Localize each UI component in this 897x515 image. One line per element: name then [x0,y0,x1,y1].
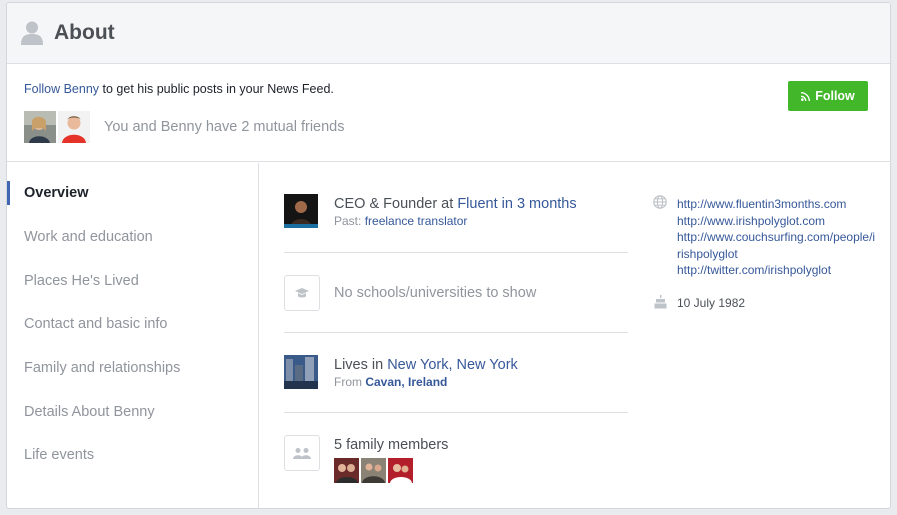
people-icon [293,448,311,459]
about-sidebar: Overview Work and education Places He's … [7,163,259,508]
past-work-link[interactable]: freelance translator [365,214,468,228]
follow-prompt: Follow Benny to get his public posts in … [24,82,334,96]
website-link[interactable]: http://twitter.com/irishpolyglot [677,262,877,279]
follow-bar: Follow Benny to get his public posts in … [7,65,890,162]
work-company-link[interactable]: Fluent in 3 months [457,196,576,212]
divider [284,332,628,333]
divider [284,412,628,413]
sidebar-item-work-education[interactable]: Work and education [24,229,153,245]
avatar[interactable] [24,111,56,143]
sidebar-item-overview[interactable]: Overview [24,185,89,201]
follow-link[interactable]: Follow Benny [24,82,99,96]
city-thumbnail[interactable] [284,355,318,389]
website-links: http://www.fluentin3months.com http://ww… [677,196,877,279]
current-city-link[interactable]: New York, New York [387,357,518,373]
lives-text: Lives in New York, New York [334,357,518,373]
about-card: About Follow Benny to get his public pos… [6,2,891,509]
avatar[interactable] [334,458,359,483]
website-link[interactable]: http://www.fluentin3months.com [677,196,877,213]
avatar[interactable] [388,458,413,483]
about-header: About [7,3,890,64]
sidebar-item-details[interactable]: Details About Benny [24,404,155,420]
education-icon-box [284,275,320,311]
follow-button-label: Follow [815,89,855,103]
page-title: About [54,21,115,44]
avatar[interactable] [361,458,386,483]
lives-row: Lives in New York, New York From Cavan, … [284,355,628,393]
website-link[interactable]: http://www.couchsurfing.com/people/irish… [677,229,877,262]
sidebar-item-family-relationships[interactable]: Family and relationships [24,360,180,376]
family-icon-box [284,435,320,471]
website-link[interactable]: http://www.irishpolyglot.com [677,213,877,230]
graduation-cap-icon [295,288,309,298]
family-row: 5 family members [284,435,628,485]
birthday-text: 10 July 1982 [677,296,746,310]
avatar[interactable] [58,111,90,143]
follow-button[interactable]: Follow [788,81,868,111]
hometown: From Cavan, Ireland [334,375,447,389]
past-work: Past: freelance translator [334,214,467,228]
sidebar-item-places-lived[interactable]: Places He's Lived [24,273,139,289]
family-count-text[interactable]: 5 family members [334,437,448,453]
birthday-cake-icon [654,295,667,309]
education-row: No schools/universities to show [284,275,628,313]
from-label: From [334,375,366,389]
globe-icon [653,195,667,209]
active-indicator [7,181,10,205]
rss-icon [801,91,811,101]
family-avatars [334,458,413,483]
divider [284,252,628,253]
lives-prefix: Lives in [334,357,388,373]
work-title: CEO & Founder at [334,196,458,212]
hometown-link[interactable]: Cavan, Ireland [365,375,447,389]
mutual-friends-text: You and Benny have 2 mutual friends [104,119,345,135]
work-row: CEO & Founder at Fluent in 3 months Past… [284,194,628,234]
past-label: Past: [334,214,365,228]
follow-prompt-text: to get his public posts in your News Fee… [99,82,334,96]
work-text: CEO & Founder at Fluent in 3 months [334,196,577,212]
person-icon [21,21,43,45]
education-text: No schools/universities to show [334,285,537,301]
workplace-thumbnail[interactable] [284,194,318,228]
sidebar-item-contact-info[interactable]: Contact and basic info [24,316,167,332]
sidebar-item-life-events[interactable]: Life events [24,447,94,463]
overview-content: CEO & Founder at Fluent in 3 months Past… [260,163,890,508]
mutual-friends-avatars [24,111,90,143]
